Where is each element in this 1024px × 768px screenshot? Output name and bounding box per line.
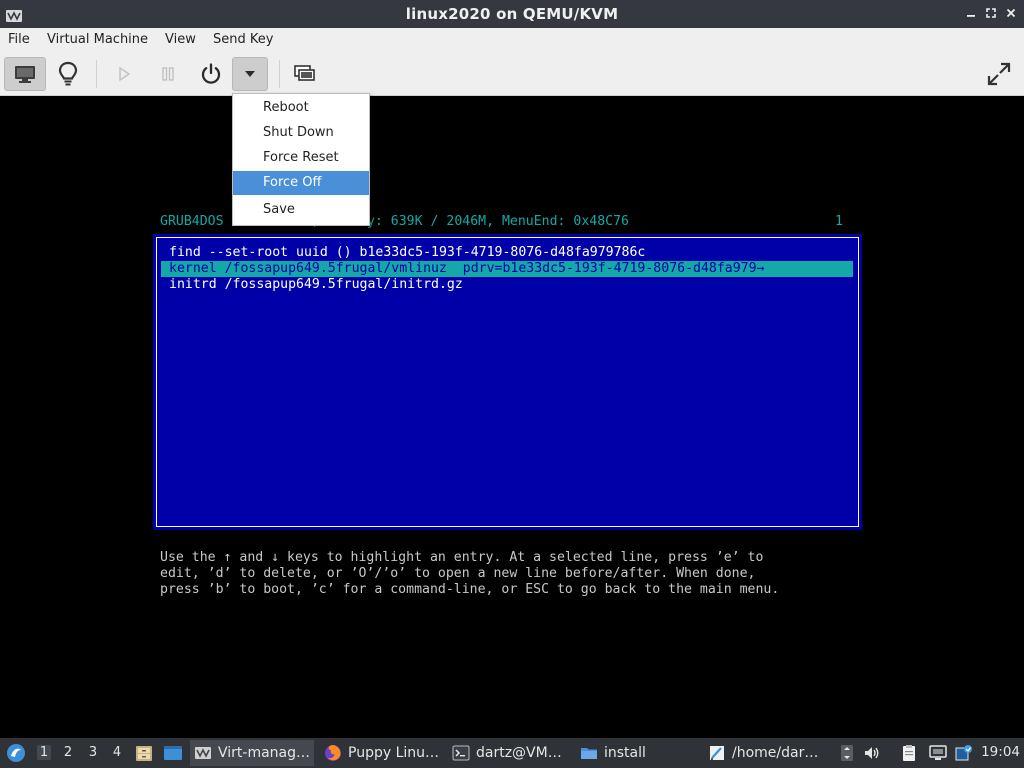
grub-entry-line[interactable]: initrd /fossapup649.5frugal/initrd.gz xyxy=(169,277,463,293)
monitor-icon xyxy=(15,66,35,83)
shutdown-button[interactable] xyxy=(195,57,227,91)
menu-item-save[interactable]: Save xyxy=(233,198,369,222)
text-editor-icon xyxy=(710,746,724,761)
task-label: dartz@VM… xyxy=(476,745,562,761)
close-button[interactable] xyxy=(1002,4,1020,22)
details-button[interactable] xyxy=(52,57,84,91)
minimize-button[interactable] xyxy=(962,4,980,22)
snapshots-button[interactable] xyxy=(289,57,321,91)
grub-status-right: 1 xyxy=(835,214,843,229)
virt-manager-icon xyxy=(195,747,211,759)
grub-help-line: press ’b’ to boot, ’c’ for a command-lin… xyxy=(160,582,780,597)
grub-status-visible: GRUB4DOS xyxy=(160,214,224,229)
menu-item-force-off[interactable]: Force Off xyxy=(233,171,369,195)
workspace-4[interactable]: 4 xyxy=(110,745,124,760)
clipboard-icon[interactable] xyxy=(900,744,918,762)
task-terminal[interactable]: dartz@VM… xyxy=(448,740,572,766)
task-virt-manager[interactable]: Virt-manag… xyxy=(190,740,314,766)
launcher-files[interactable] xyxy=(134,743,154,763)
play-icon xyxy=(119,66,131,82)
fullscreen-icon xyxy=(987,62,1011,86)
console-button[interactable] xyxy=(4,57,46,91)
menu-virtual-machine[interactable]: Virtual Machine xyxy=(47,32,148,47)
task-label: Puppy Linu… xyxy=(348,745,440,761)
menu-item-force-reset[interactable]: Force Reset xyxy=(233,146,369,170)
task-puppy-linux[interactable]: Puppy Linu… xyxy=(320,740,444,766)
menu-item-shut-down[interactable]: Shut Down xyxy=(233,121,369,145)
chevron-down-icon xyxy=(245,71,255,77)
task-label: /home/dar… xyxy=(732,745,819,761)
terminal-icon xyxy=(452,745,470,761)
menu-bar: File Virtual Machine View Send Key xyxy=(0,28,1024,52)
grub-entry-line[interactable]: find --set-root uuid () b1e33dc5-193f-47… xyxy=(169,245,645,261)
menu-view[interactable]: View xyxy=(165,32,196,47)
vm-console[interactable]: GRUB4DOS 20, Memory: 639K / 2046M, MenuEn… xyxy=(0,96,1024,738)
menu-item-reboot[interactable]: Reboot xyxy=(233,96,369,120)
workspace-2[interactable]: 2 xyxy=(61,745,75,760)
shutdown-dropdown: Reboot Shut Down Force Reset Force Off S… xyxy=(232,93,370,226)
window-title: linux2020 on QEMU/KVM xyxy=(405,5,619,23)
pause-icon xyxy=(162,67,174,81)
snapshots-icon xyxy=(294,65,315,81)
power-icon xyxy=(201,63,221,84)
grub-help-line: edit, ’d’ to delete, or ’O’/’o’ to open … xyxy=(160,566,756,581)
task-text-editor[interactable]: /home/dar… xyxy=(704,740,828,766)
start-menu-button[interactable] xyxy=(4,742,28,764)
toolbar xyxy=(0,52,1024,96)
title-bar[interactable]: linux2020 on QEMU/KVM xyxy=(0,0,1024,28)
run-button[interactable] xyxy=(108,57,140,91)
menu-send-key[interactable]: Send Key xyxy=(213,32,273,47)
menu-file[interactable]: File xyxy=(8,32,30,47)
minimize-icon xyxy=(967,15,975,17)
volume-icon[interactable] xyxy=(863,744,881,762)
grub-status-line: GRUB4DOS 20, Memory: 639K / 2046M, MenuEn… xyxy=(160,214,629,229)
fullscreen-button[interactable] xyxy=(982,57,1016,91)
folder-icon xyxy=(581,748,597,759)
firefox-icon xyxy=(325,745,341,761)
maximize-button[interactable] xyxy=(982,4,1000,22)
close-icon xyxy=(1006,8,1016,18)
shutdown-menu-button[interactable] xyxy=(232,57,268,91)
task-install-folder[interactable]: install xyxy=(576,740,700,766)
pause-button[interactable] xyxy=(152,57,184,91)
maximize-icon xyxy=(986,8,996,18)
grub-entry-box: find --set-root uuid () b1e33dc5-193f-47… xyxy=(153,234,862,530)
updates-icon[interactable] xyxy=(955,744,973,762)
grub-entry-line-selected[interactable]: kernel /fossapup649.5frugal/vmlinuz pdrv… xyxy=(161,261,853,277)
show-desktop-icon xyxy=(164,746,182,760)
taskbar: 1 2 3 4 Virt-manag… Puppy Linu… dartz@VM… xyxy=(0,738,1024,768)
scroll-indicator-icon[interactable] xyxy=(838,744,856,762)
task-label: install xyxy=(604,745,646,761)
network-icon[interactable] xyxy=(928,744,947,762)
workspace-3[interactable]: 3 xyxy=(86,745,100,760)
task-label: Virt-manag… xyxy=(218,745,311,761)
toolbar-separator xyxy=(96,60,97,88)
clock[interactable]: 19:04 xyxy=(981,744,1020,760)
launcher-desktop[interactable] xyxy=(162,743,184,763)
file-cabinet-icon xyxy=(136,746,152,761)
grub-help-line: Use the ↑ and ↓ keys to highlight an ent… xyxy=(160,550,764,565)
start-menu-icon xyxy=(7,744,25,762)
toolbar-separator xyxy=(279,60,280,88)
workspace-1[interactable]: 1 xyxy=(37,745,51,760)
lightbulb-icon xyxy=(58,61,78,86)
